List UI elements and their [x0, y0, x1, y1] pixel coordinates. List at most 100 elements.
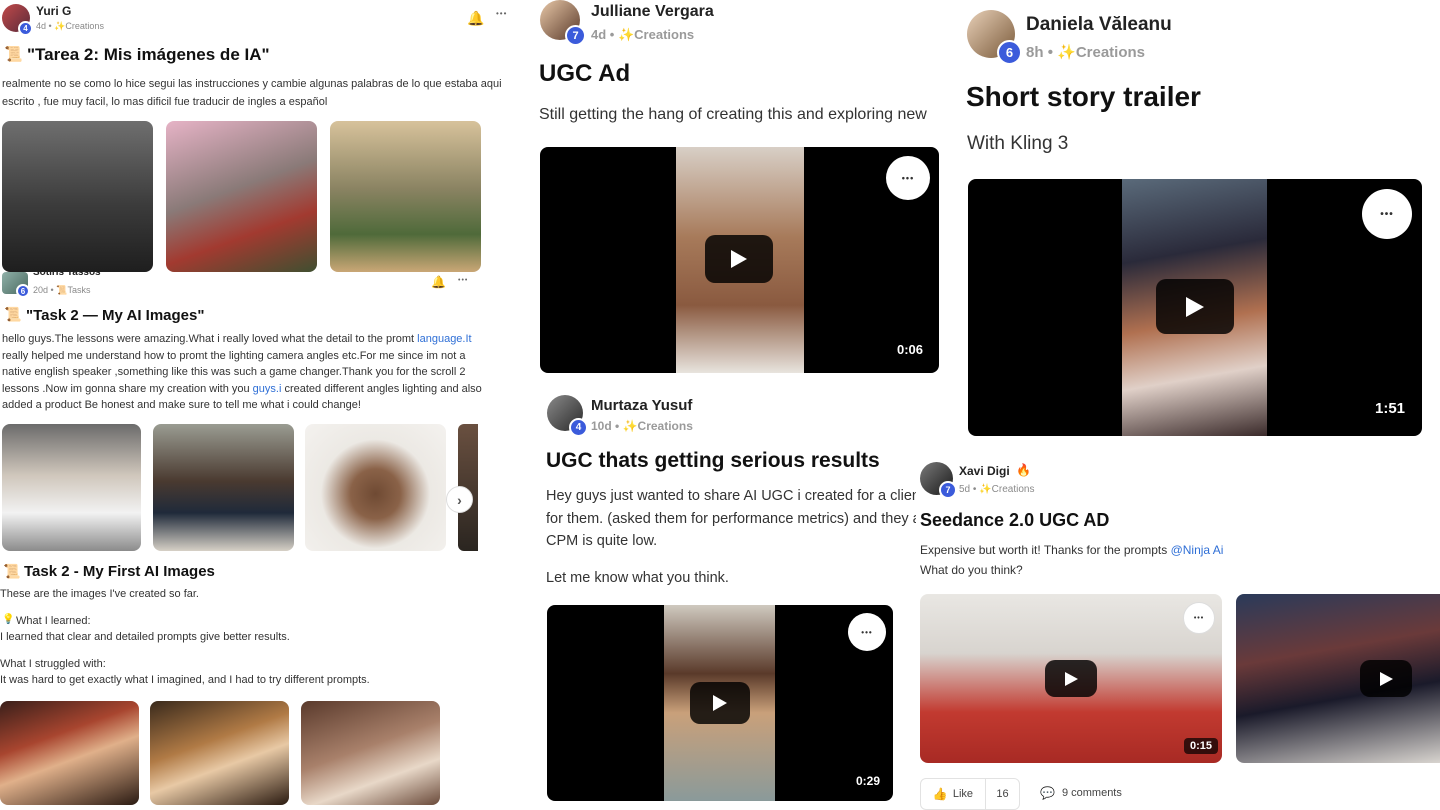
separator: •: [972, 484, 977, 495]
separator: •: [50, 285, 54, 295]
sparkle-icon: ✨: [54, 21, 66, 31]
carousel-next-button[interactable]: ›: [446, 486, 473, 513]
comments-button[interactable]: 💬 9 comments: [1040, 786, 1122, 800]
level-badge: 4: [569, 418, 588, 437]
play-button[interactable]: [1156, 279, 1234, 334]
video-player[interactable]: ••• 0:06: [540, 147, 939, 373]
post-image[interactable]: [305, 424, 446, 551]
separator: •: [609, 27, 615, 42]
comments-label: 9 comments: [1061, 787, 1122, 799]
post-body: realmente no se como lo hice segui las i…: [2, 78, 502, 108]
separator: •: [48, 21, 52, 31]
scroll-icon: 📜: [56, 285, 68, 295]
level-badge: 4: [18, 21, 33, 36]
video-player[interactable]: ••• 0:15: [920, 594, 1222, 763]
category-link[interactable]: Tasks: [67, 285, 90, 295]
post-image[interactable]: [2, 424, 141, 551]
play-icon: [731, 250, 747, 268]
post-image[interactable]: [2, 121, 153, 272]
separator: •: [615, 419, 620, 433]
body-text: Expensive but worth it! Thanks for the p…: [920, 543, 1171, 557]
level-badge: 6: [997, 40, 1022, 65]
more-options-button[interactable]: •••: [1362, 189, 1412, 239]
post-meta: 10d • ✨Creations: [591, 419, 693, 433]
learned-label: What I learned:: [16, 615, 91, 627]
like-label: Like: [952, 788, 974, 800]
post-image[interactable]: [330, 121, 481, 272]
category-link[interactable]: Creations: [638, 419, 693, 433]
post-body-closing: What do you think?: [920, 563, 1023, 577]
post-meta: 4d • ✨Creations: [591, 27, 694, 43]
post-age: 4d: [591, 27, 607, 42]
more-options-button[interactable]: •••: [1183, 602, 1215, 634]
post-body-closing: Let me know what you think.: [546, 570, 729, 586]
post-title[interactable]: "Task 2 — My AI Images": [26, 307, 204, 324]
level-badge: 7: [565, 25, 586, 46]
post-age: 4d: [36, 21, 47, 31]
post-title[interactable]: Short story trailer: [966, 81, 1201, 113]
sparkle-icon: ✨: [979, 484, 992, 495]
post-title[interactable]: UGC Ad: [539, 60, 630, 88]
level-badge: 7: [939, 481, 957, 499]
body-text: hello guys.The lessons were amazing.What…: [2, 333, 418, 345]
category-link[interactable]: Creations: [992, 484, 1035, 495]
inline-link[interactable]: guys.i: [253, 383, 282, 395]
post-title[interactable]: "Tarea 2: Mis imágenes de IA": [27, 45, 270, 65]
author-name[interactable]: Murtaza Yusuf: [591, 397, 692, 414]
level-badge: 6: [16, 284, 30, 298]
video-player[interactable]: ••• 1:51: [968, 179, 1422, 436]
post-meta: 20d • 📜Tasks: [33, 285, 90, 296]
category-link[interactable]: Creations: [634, 27, 694, 42]
play-icon: [1064, 671, 1078, 686]
author-name[interactable]: Sotiris Tassos: [33, 271, 101, 281]
author-name[interactable]: Xavi Digi: [959, 464, 1010, 478]
video-duration: 0:29: [850, 772, 887, 790]
post-image[interactable]: [0, 701, 139, 805]
post-intro: These are the images I've created so far…: [0, 588, 199, 600]
play-button[interactable]: [1045, 660, 1097, 697]
play-icon: [1379, 671, 1393, 686]
sparkle-icon: ✨: [622, 419, 638, 433]
lightbulb-icon: 💡: [2, 614, 15, 625]
bell-icon[interactable]: 🔔: [431, 275, 446, 289]
more-options-button[interactable]: •••: [848, 613, 886, 651]
more-options-button[interactable]: •••: [496, 9, 507, 18]
fire-icon: 🔥: [1016, 463, 1031, 477]
post-title[interactable]: UGC thats getting serious results: [546, 449, 880, 473]
post-title[interactable]: Seedance 2.0 UGC AD: [920, 510, 1109, 531]
category-link[interactable]: Creations: [1076, 44, 1145, 61]
comment-icon: 💬: [1040, 786, 1055, 800]
separator: •: [1047, 44, 1053, 61]
video-duration: 0:15: [1184, 738, 1219, 754]
post-image[interactable]: [153, 424, 294, 551]
category-link[interactable]: Creations: [65, 21, 104, 31]
video-player[interactable]: [1236, 594, 1440, 763]
post-body: hello guys.The lessons were amazing.What…: [2, 331, 487, 414]
inline-link[interactable]: language.It: [417, 333, 471, 345]
video-player[interactable]: ••• 0:29: [547, 605, 893, 801]
post-age: 10d: [591, 419, 612, 433]
play-button[interactable]: [705, 235, 773, 283]
author-name[interactable]: Daniela Văleanu: [1026, 14, 1172, 36]
bell-icon[interactable]: 🔔: [467, 10, 484, 27]
mention-link[interactable]: @Ninja Ai: [1171, 543, 1224, 557]
play-button[interactable]: [1360, 660, 1412, 697]
struggled-label: What I struggled with:: [0, 658, 106, 670]
post-image[interactable]: [301, 701, 440, 805]
play-button[interactable]: [690, 682, 750, 724]
like-count[interactable]: 16: [985, 778, 1020, 810]
scroll-icon: 📜: [4, 306, 22, 322]
thumbs-up-icon: 👍: [932, 787, 948, 801]
more-options-button[interactable]: •••: [886, 156, 930, 200]
like-button[interactable]: 👍 Like: [920, 778, 986, 810]
author-name[interactable]: Julliane Vergara: [591, 3, 714, 21]
post-image[interactable]: [166, 121, 317, 272]
play-icon: [1186, 296, 1204, 317]
sparkle-icon: ✨: [617, 27, 635, 42]
chevron-right-icon: ›: [457, 491, 462, 508]
post-image[interactable]: [150, 701, 289, 805]
more-options-button[interactable]: •••: [458, 277, 468, 284]
author-name[interactable]: Yuri G: [36, 4, 71, 18]
post-title[interactable]: Task 2 - My First AI Images: [24, 563, 215, 580]
post-meta: 8h • ✨Creations: [1026, 43, 1145, 61]
